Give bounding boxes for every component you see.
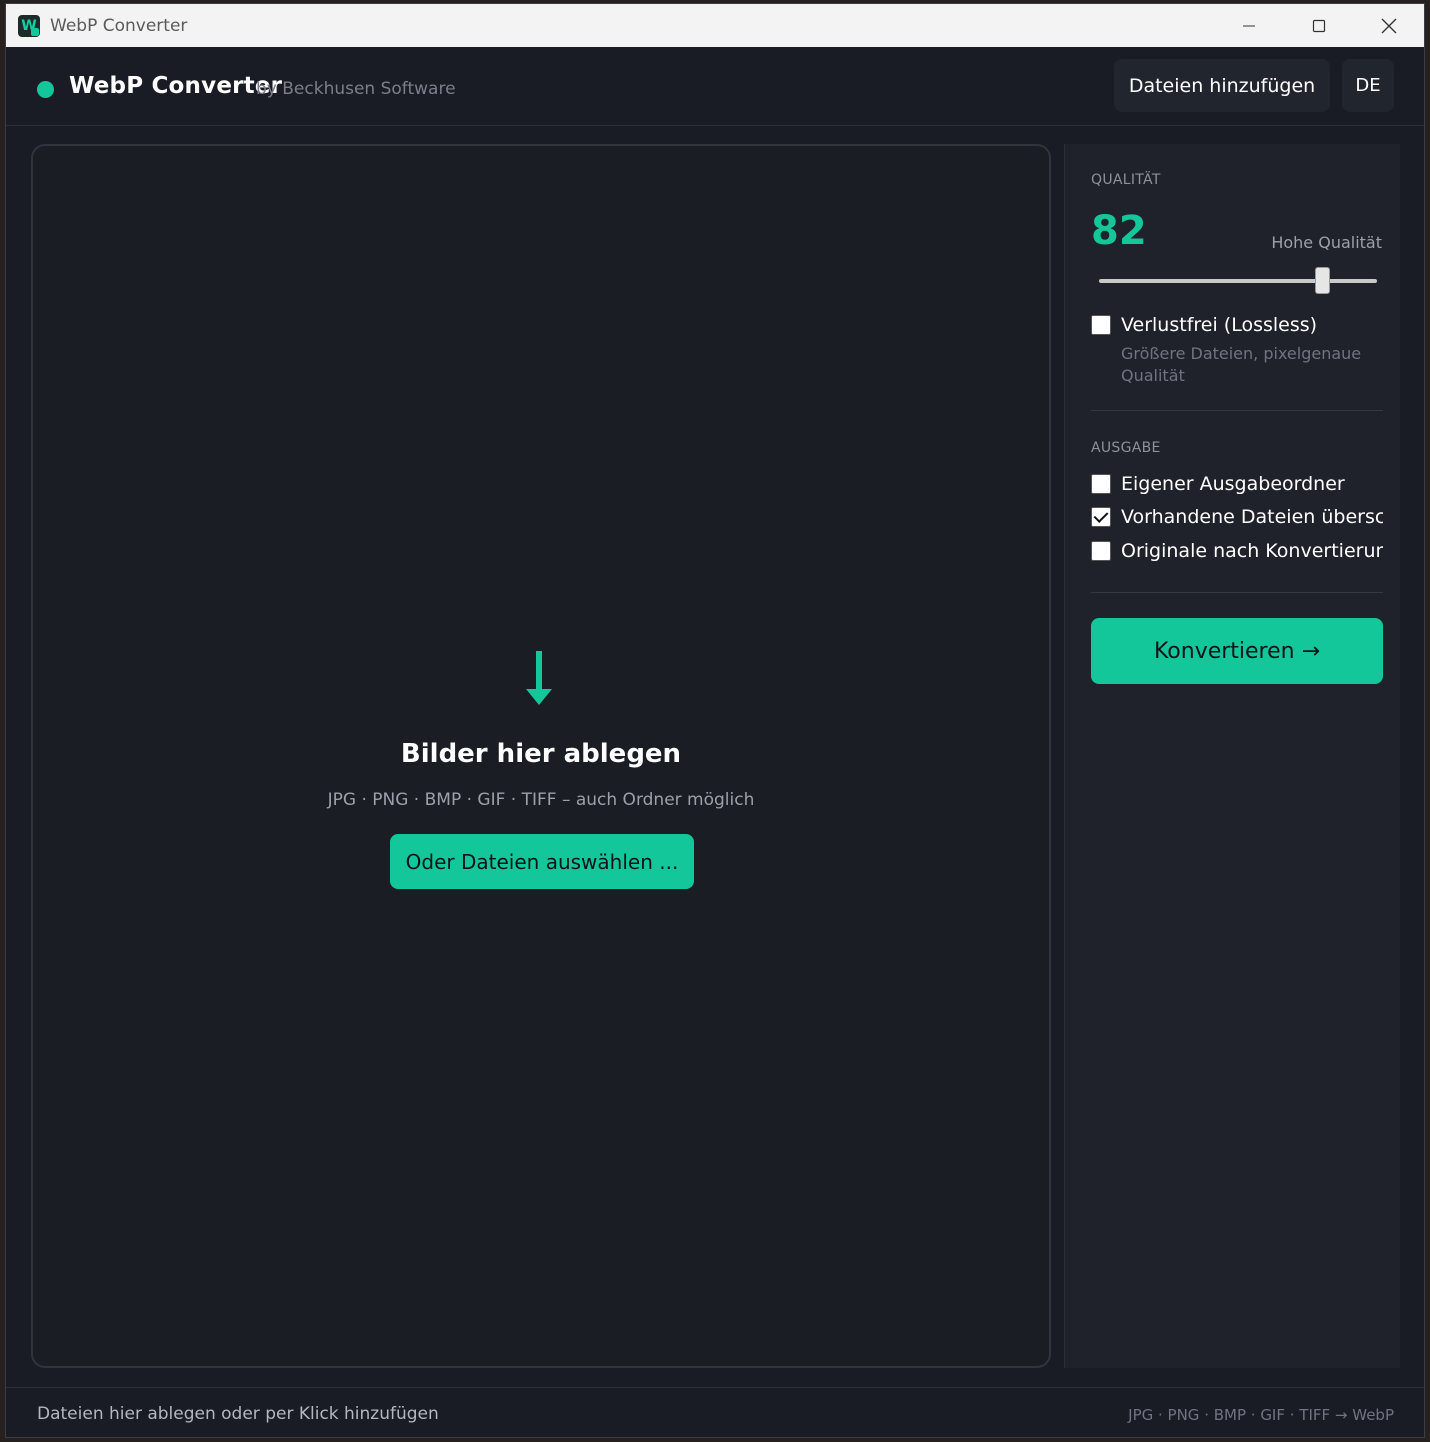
minimize-icon: [1243, 25, 1255, 26]
drop-zone-subtitle: JPG · PNG · BMP · GIF · TIFF – auch Ordn…: [327, 790, 755, 810]
add-files-button[interactable]: Dateien hinzufügen: [1114, 59, 1330, 112]
lossless-label: Verlustfrei (Lossless): [1121, 314, 1318, 336]
divider: [1091, 592, 1383, 593]
custom-output-folder-label: Eigener Ausgabeordner: [1121, 473, 1345, 495]
overwrite-existing-option[interactable]: Vorhandene Dateien überschre: [1091, 506, 1383, 528]
lossless-checkbox[interactable]: [1091, 315, 1111, 335]
divider: [1091, 410, 1383, 411]
drop-zone-title: Bilder hier ablegen: [400, 739, 682, 769]
quality-section-label: QUALITÄT: [1091, 172, 1161, 188]
app-header: WebP Converter by Beckhusen Software Dat…: [6, 47, 1424, 126]
supported-formats: JPG · PNG · BMP · GIF · TIFF → WebP: [1128, 1406, 1394, 1424]
quality-value: 82: [1091, 208, 1147, 254]
language-button[interactable]: DE: [1342, 59, 1394, 112]
window-controls: [1214, 4, 1424, 47]
lossless-option[interactable]: Verlustfrei (Lossless): [1091, 314, 1383, 336]
delete-originals-label: Originale nach Konvertierung l: [1121, 540, 1383, 562]
app-byline: by Beckhusen Software: [256, 79, 456, 99]
title-bar[interactable]: W WebP Converter: [6, 4, 1424, 47]
maximize-icon: [1312, 19, 1326, 32]
arrow-down-icon: [526, 651, 552, 705]
convert-button[interactable]: Konvertieren →: [1091, 618, 1383, 684]
settings-sidebar: QUALITÄT 82 Hohe Qualität Verlustfrei (L…: [1064, 144, 1400, 1368]
window-title: WebP Converter: [50, 15, 188, 36]
delete-originals-checkbox[interactable]: [1091, 541, 1111, 561]
delete-originals-option[interactable]: Originale nach Konvertierung l: [1091, 540, 1383, 562]
quality-slider[interactable]: [1099, 266, 1377, 296]
maximize-button[interactable]: [1284, 4, 1354, 47]
quality-description: Hohe Qualität: [1271, 233, 1382, 252]
slider-track: [1099, 279, 1377, 283]
custom-output-folder-checkbox[interactable]: [1091, 474, 1111, 494]
choose-files-button[interactable]: Oder Dateien auswählen ...: [390, 834, 694, 889]
slider-thumb[interactable]: [1315, 267, 1330, 294]
status-bar: Dateien hier ablegen oder per Klick hinz…: [6, 1387, 1424, 1437]
app-name: WebP Converter: [69, 73, 283, 99]
status-message: Dateien hier ablegen oder per Klick hinz…: [37, 1404, 439, 1424]
drop-zone[interactable]: Bilder hier ablegen JPG · PNG · BMP · GI…: [31, 144, 1051, 1368]
overwrite-existing-checkbox[interactable]: [1091, 507, 1111, 527]
close-button[interactable]: [1354, 4, 1424, 47]
app-window: W WebP Converter WebP Converter by Beckh…: [5, 3, 1425, 1438]
lossless-hint: Größere Dateien, pixelgenaue Qualität: [1121, 344, 1362, 385]
output-section-label: AUSGABE: [1091, 440, 1161, 456]
overwrite-existing-label: Vorhandene Dateien überschre: [1121, 506, 1383, 528]
status-dot: [37, 81, 54, 98]
close-icon: [1381, 18, 1397, 33]
custom-output-folder-option[interactable]: Eigener Ausgabeordner: [1091, 473, 1383, 495]
minimize-button[interactable]: [1214, 4, 1284, 47]
app-logo-icon: W: [18, 14, 40, 37]
